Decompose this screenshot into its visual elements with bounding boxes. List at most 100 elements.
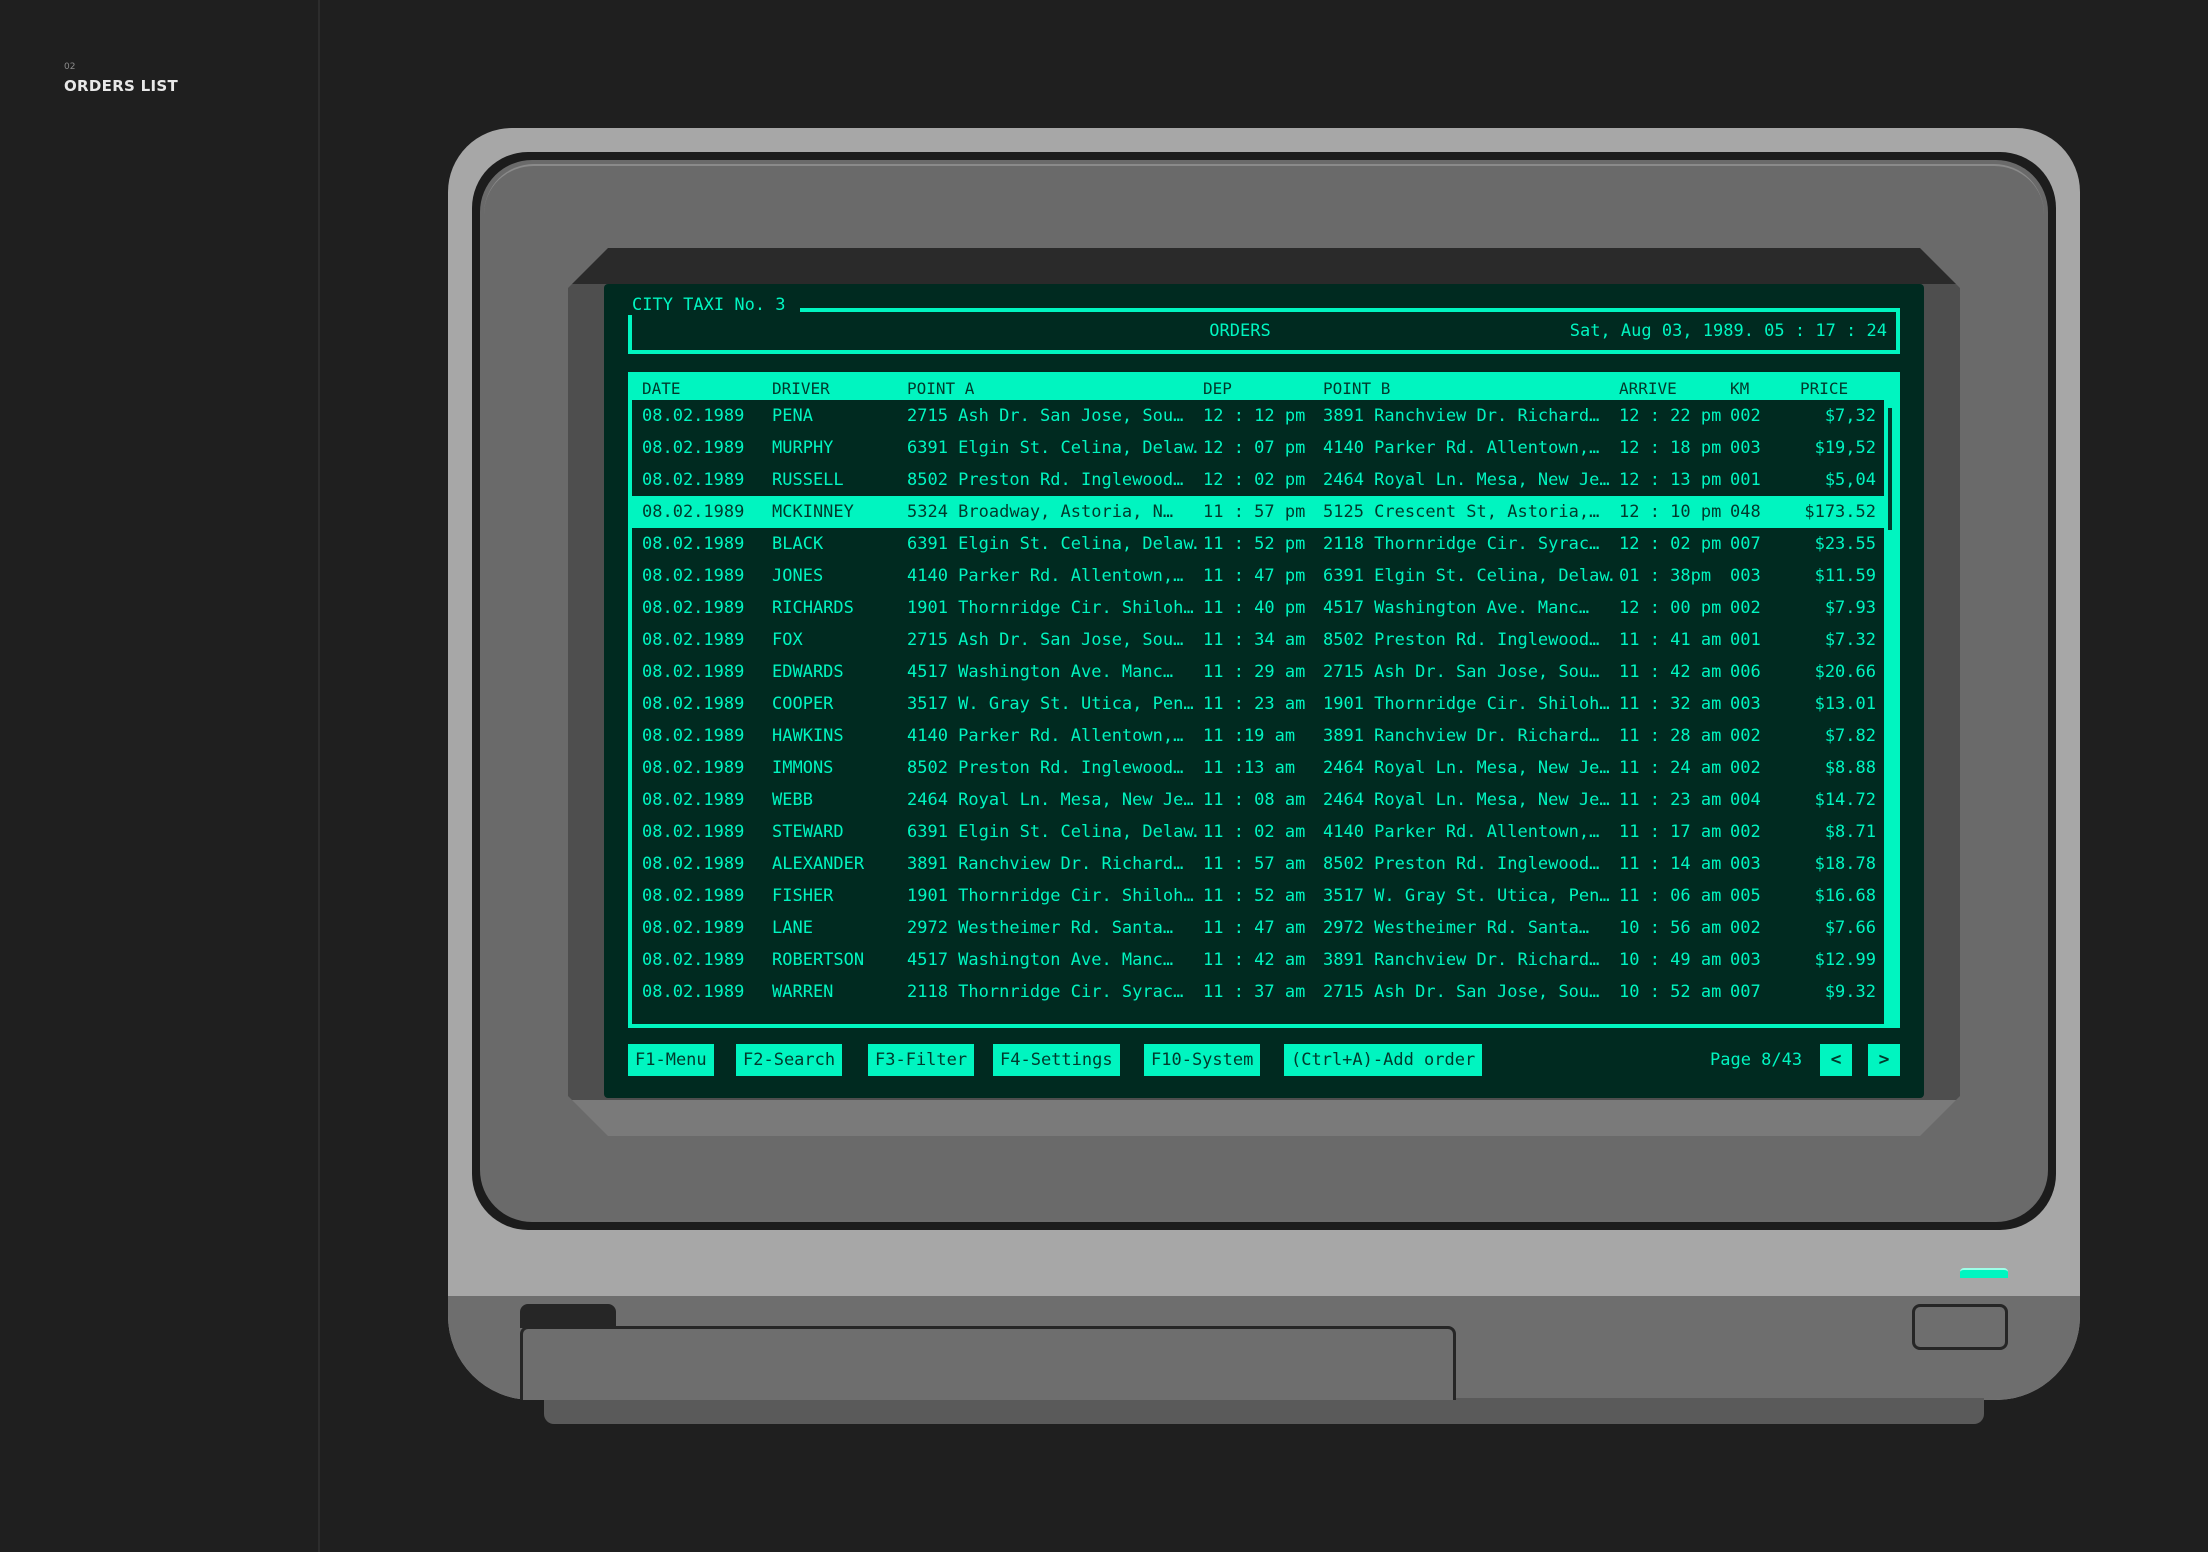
column-header-arrive[interactable]: ARRIVE (1619, 379, 1677, 399)
cell-date: 08.02.1989 (642, 406, 745, 426)
cell-price: $7.93 (1824, 598, 1876, 618)
cell-point-a: 2118 Thornridge Cir. Syrac… (907, 982, 1184, 1002)
cell-price: $13.01 (1814, 694, 1876, 714)
cell-point-a: 4517 Washington Ave. Manc… (907, 950, 1174, 970)
scrollbar-thumb[interactable] (1888, 408, 1892, 530)
table-body: 08.02.1989 PENA 2715 Ash Dr. San Jose, Sou… (632, 400, 1896, 1008)
power-button[interactable] (1912, 1304, 2008, 1350)
cell-date: 08.02.1989 (642, 790, 745, 810)
cell-dep: 12 : 02 pm (1203, 470, 1306, 490)
cell-dep: 11 : 57 pm (1203, 502, 1306, 522)
cell-point-a: 8502 Preston Rd. Inglewood… (907, 470, 1184, 490)
cell-point-b: 8502 Preston Rd. Inglewood… (1323, 854, 1600, 874)
table-row[interactable]: 08.02.1989 LANE 2972 Westheimer Rd. Santa…… (632, 912, 1884, 944)
cell-dep: 11 : 29 am (1203, 662, 1306, 682)
cell-driver: FISHER (772, 886, 834, 906)
cell-arrive: 11 : 06 am (1619, 886, 1722, 906)
cell-driver: BLACK (772, 534, 824, 554)
table-row[interactable]: 08.02.1989 RICHARDS 1901 Thornridge Cir. S… (632, 592, 1884, 624)
table-row[interactable]: 08.02.1989 FOX 2715 Ash Dr. San Jose, Sou…… (632, 624, 1884, 656)
app-brand: CITY TAXI No. 3 (624, 295, 800, 315)
cell-price: $8.71 (1824, 822, 1876, 842)
cell-date: 08.02.1989 (642, 470, 745, 490)
filter-button[interactable]: F3-Filter (868, 1044, 975, 1076)
cell-point-b: 2715 Ash Dr. San Jose, Sou… (1323, 982, 1600, 1002)
add-order-button[interactable]: (Ctrl+A)-Add order (1284, 1044, 1483, 1076)
table-row[interactable]: 08.02.1989 WARREN 2118 Thornridge Cir. Syr… (632, 976, 1884, 1008)
cell-point-b: 3891 Ranchview Dr. Richard… (1323, 726, 1600, 746)
table-row[interactable]: 08.02.1989 MURPHY 6391 Elgin St. Celina, D… (632, 432, 1884, 464)
cell-date: 08.02.1989 (642, 566, 745, 586)
menu-button[interactable]: F1-Menu (628, 1044, 714, 1076)
cell-date: 08.02.1989 (642, 630, 745, 650)
system-button[interactable]: F10-System (1144, 1044, 1261, 1076)
table-row[interactable]: 08.02.1989 PENA 2715 Ash Dr. San Jose, Sou… (632, 400, 1884, 432)
cell-dep: 11 : 52 am (1203, 886, 1306, 906)
cell-driver: WEBB (772, 790, 813, 810)
current-datetime: Sat, Aug 03, 1989. 05 : 17 : 24 (1569, 321, 1887, 341)
settings-button[interactable]: F4-Settings (993, 1044, 1120, 1076)
table-row[interactable]: 08.02.1989 FISHER 1901 Thornridge Cir. Shi… (632, 880, 1884, 912)
table-header: DATE DRIVER POINT A DEP POINT B ARRIVE K… (632, 376, 1896, 400)
table-row[interactable]: 08.02.1989 STEWARD 6391 Elgin St. Celina, … (632, 816, 1884, 848)
cell-point-b: 3517 W. Gray St. Utica, Pen… (1323, 886, 1610, 906)
cell-dep: 12 : 07 pm (1203, 438, 1306, 458)
cell-price: $12.99 (1814, 950, 1876, 970)
column-header-dep[interactable]: DEP (1203, 379, 1232, 399)
search-button[interactable]: F2-Search (736, 1044, 843, 1076)
cell-driver: MURPHY (772, 438, 834, 458)
table-row[interactable]: 08.02.1989 BLACK 6391 Elgin St. Celina, De… (632, 528, 1884, 560)
cell-point-a: 2715 Ash Dr. San Jose, Sou… (907, 406, 1184, 426)
cell-dep: 11 : 40 pm (1203, 598, 1306, 618)
cell-dep: 11 : 08 am (1203, 790, 1306, 810)
table-row[interactable]: 08.02.1989 IMMONS 8502 Preston Rd. Inglewo… (632, 752, 1884, 784)
cell-price: $173.52 (1804, 502, 1876, 522)
cell-point-a: 2715 Ash Dr. San Jose, Sou… (907, 630, 1184, 650)
cell-driver: FOX (772, 630, 803, 650)
cell-driver: RUSSELL (772, 470, 844, 490)
cell-point-a: 2972 Westheimer Rd. Santa… (907, 918, 1174, 938)
cell-driver: IMMONS (772, 758, 834, 778)
cell-point-a: 5324 Broadway, Astoria, N… (907, 502, 1174, 522)
column-header-point-a[interactable]: POINT A (907, 379, 974, 399)
column-header-price[interactable]: PRICE (1800, 379, 1848, 399)
table-row[interactable]: 08.02.1989 MCKINNEY 5324 Broadway, Astoria… (632, 496, 1884, 528)
cell-point-a: 3517 W. Gray St. Utica, Pen… (907, 694, 1194, 714)
cell-date: 08.02.1989 (642, 758, 745, 778)
cell-dep: 11 : 37 am (1203, 982, 1306, 1002)
cell-point-a: 4140 Parker Rd. Allentown,… (907, 726, 1184, 746)
cell-price: $5,04 (1824, 470, 1876, 490)
table-row[interactable]: 08.02.1989 RUSSELL 8502 Preston Rd. Inglew… (632, 464, 1884, 496)
cell-price: $20.66 (1814, 662, 1876, 682)
cell-dep: 11 : 34 am (1203, 630, 1306, 650)
cell-point-b: 2464 Royal Ln. Mesa, New Je… (1323, 470, 1610, 490)
cell-point-a: 3891 Ranchview Dr. Richard… (907, 854, 1184, 874)
cell-date: 08.02.1989 (642, 918, 745, 938)
cell-dep: 12 : 12 pm (1203, 406, 1306, 426)
column-header-km[interactable]: KM (1730, 379, 1749, 399)
column-header-date[interactable]: DATE (642, 379, 681, 399)
cell-arrive: 12 : 10 pm (1619, 502, 1722, 522)
table-row[interactable]: 08.02.1989 ROBERTSON 4517 Washington Ave. … (632, 944, 1884, 976)
table-row[interactable]: 08.02.1989 COOPER 3517 W. Gray St. Utica, … (632, 688, 1884, 720)
table-row[interactable]: 08.02.1989 ALEXANDER 3891 Ranchview Dr. Ri… (632, 848, 1884, 880)
chevron-left-icon[interactable]: < (1820, 1044, 1852, 1076)
table-row[interactable]: 08.02.1989 EDWARDS 4517 Washington Ave. Ma… (632, 656, 1884, 688)
cell-point-b: 2715 Ash Dr. San Jose, Sou… (1323, 662, 1600, 682)
table-row[interactable]: 08.02.1989 WEBB 2464 Royal Ln. Mesa, New J… (632, 784, 1884, 816)
cell-driver: PENA (772, 406, 813, 426)
cell-price: $23.55 (1814, 534, 1876, 554)
cell-arrive: 11 : 42 am (1619, 662, 1722, 682)
column-header-driver[interactable]: DRIVER (772, 379, 830, 399)
cell-driver: ALEXANDER (772, 854, 865, 874)
cell-price: $7.66 (1824, 918, 1876, 938)
column-header-point-b[interactable]: POINT B (1323, 379, 1390, 399)
table-row[interactable]: 08.02.1989 JONES 4140 Parker Rd. Allentown… (632, 560, 1884, 592)
table-row[interactable]: 08.02.1989 HAWKINS 4140 Parker Rd. Allento… (632, 720, 1884, 752)
cell-arrive: 12 : 00 pm (1619, 598, 1722, 618)
cell-arrive: 11 : 41 am (1619, 630, 1722, 650)
chevron-right-icon[interactable]: > (1868, 1044, 1900, 1076)
cell-point-a: 6391 Elgin St. Celina, Delaw… (907, 534, 1197, 554)
cell-price: $16.68 (1814, 886, 1876, 906)
cell-price: $11.59 (1814, 566, 1876, 586)
